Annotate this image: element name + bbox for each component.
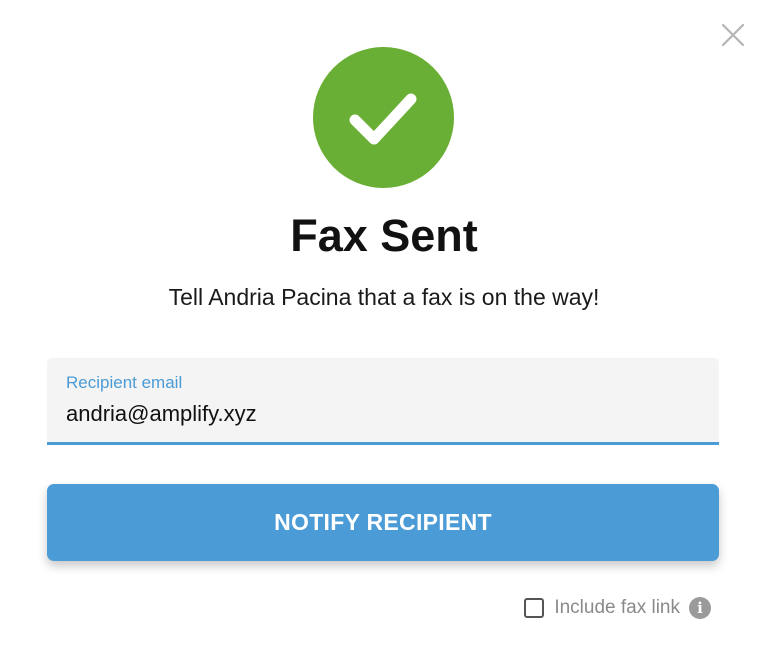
include-fax-link-checkbox[interactable] [524, 598, 545, 618]
dialog-title: Fax Sent [290, 210, 478, 261]
notify-recipient-button[interactable]: NOTIFY RECIPIENT [47, 484, 719, 561]
fax-sent-dialog: Fax Sent Tell Andria Pacina that a fax i… [0, 0, 768, 665]
recipient-email-label: Recipient email [66, 373, 183, 392]
include-fax-link-label[interactable]: Include fax link [554, 595, 680, 621]
checkmark-icon [349, 93, 417, 145]
success-badge [313, 47, 454, 188]
close-icon[interactable] [718, 20, 748, 50]
dialog-subtitle: Tell Andria Pacina that a fax is on the … [168, 284, 600, 310]
include-fax-link-option: Include fax link i [524, 595, 711, 621]
info-icon[interactable]: i [689, 597, 711, 619]
recipient-email-input[interactable] [66, 398, 696, 430]
recipient-email-field[interactable]: Recipient email [47, 358, 719, 445]
